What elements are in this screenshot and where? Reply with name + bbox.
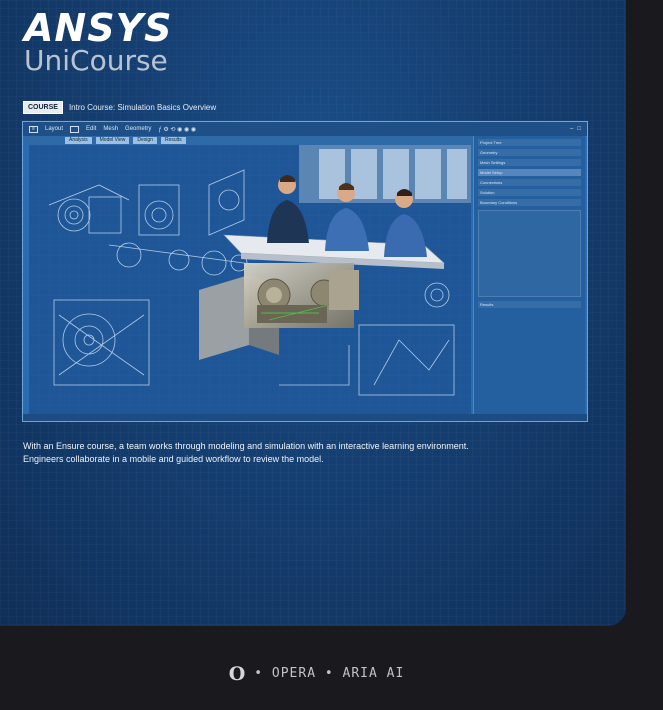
course-subtitle: Intro Course: Simulation Basics Overview (68, 103, 217, 112)
caption-line-1: With an Ensure course, a team works thro… (23, 441, 469, 451)
opera-icon: O (228, 662, 247, 685)
window-icon (70, 125, 80, 133)
panel-row-5: Connections (478, 179, 581, 186)
caption-line-2: Engineers collaborate in a mobile and gu… (23, 454, 324, 464)
panel-row-3: Mesh Settings (478, 159, 581, 166)
toolbar-tools-icons: ƒ ⚙ ⟲ ◉ ◉ ◉ (158, 126, 197, 133)
panel-row-1: Project Tree (478, 139, 581, 146)
app-toolbar: ≡ Layout Edit Mesh Geometry ƒ ⚙ ⟲ ◉ ◉ ◉ … (23, 122, 587, 137)
panel-row-2: Geometry (478, 149, 581, 156)
tab-4: Results (160, 137, 186, 144)
course-badge: COURSE (23, 101, 63, 114)
product-name: UniCourse (24, 44, 168, 77)
panel-row-6: Solution (478, 189, 581, 196)
model-viewport (29, 145, 471, 415)
maximize-icon: □ (577, 126, 581, 132)
minimize-icon: – (570, 126, 574, 132)
background-wall (299, 145, 471, 203)
footer-content: O • OPERA • ARIA AI (229, 663, 405, 685)
viewport-illustration (29, 145, 471, 415)
panel-details-block (478, 210, 581, 297)
panel-row-4: Model Setup (478, 169, 581, 176)
panel-row-8: Results (478, 301, 581, 308)
footer-text: • OPERA • ARIA AI (254, 666, 405, 681)
tab-3: Design (133, 137, 157, 144)
panel-row-7: Boundary Conditions (478, 199, 581, 206)
app-screenshot: ≡ Layout Edit Mesh Geometry ƒ ⚙ ⟲ ◉ ◉ ◉ … (22, 121, 588, 422)
toolbar-item-1: Layout (45, 126, 64, 132)
brand-logo: ANSYS UniCourse (24, 8, 172, 76)
menu-icon: ≡ (29, 125, 38, 133)
footer-bar: O • OPERA • ARIA AI (0, 640, 663, 710)
app-tabs: Analysis Model View Design Results (23, 136, 513, 145)
properties-panel: Project Tree Geometry Mesh Settings Mode… (473, 136, 585, 415)
toolbar-item-3: Mesh (103, 126, 119, 132)
tab-2: Model View (95, 137, 130, 144)
app-statusbar (23, 414, 587, 421)
toolbar-item-4: Geometry (125, 126, 152, 132)
tab-1: Analysis (65, 137, 92, 144)
window-controls: – □ (570, 126, 587, 132)
course-card: ANSYS UniCourse COURSE Intro Course: Sim… (0, 0, 626, 626)
brand-name: ANSYS (24, 6, 173, 50)
toolbar-item-2: Edit (86, 126, 97, 132)
course-caption: With an Ensure course, a team works thro… (23, 440, 469, 466)
course-tag-row: COURSE Intro Course: Simulation Basics O… (23, 101, 216, 114)
